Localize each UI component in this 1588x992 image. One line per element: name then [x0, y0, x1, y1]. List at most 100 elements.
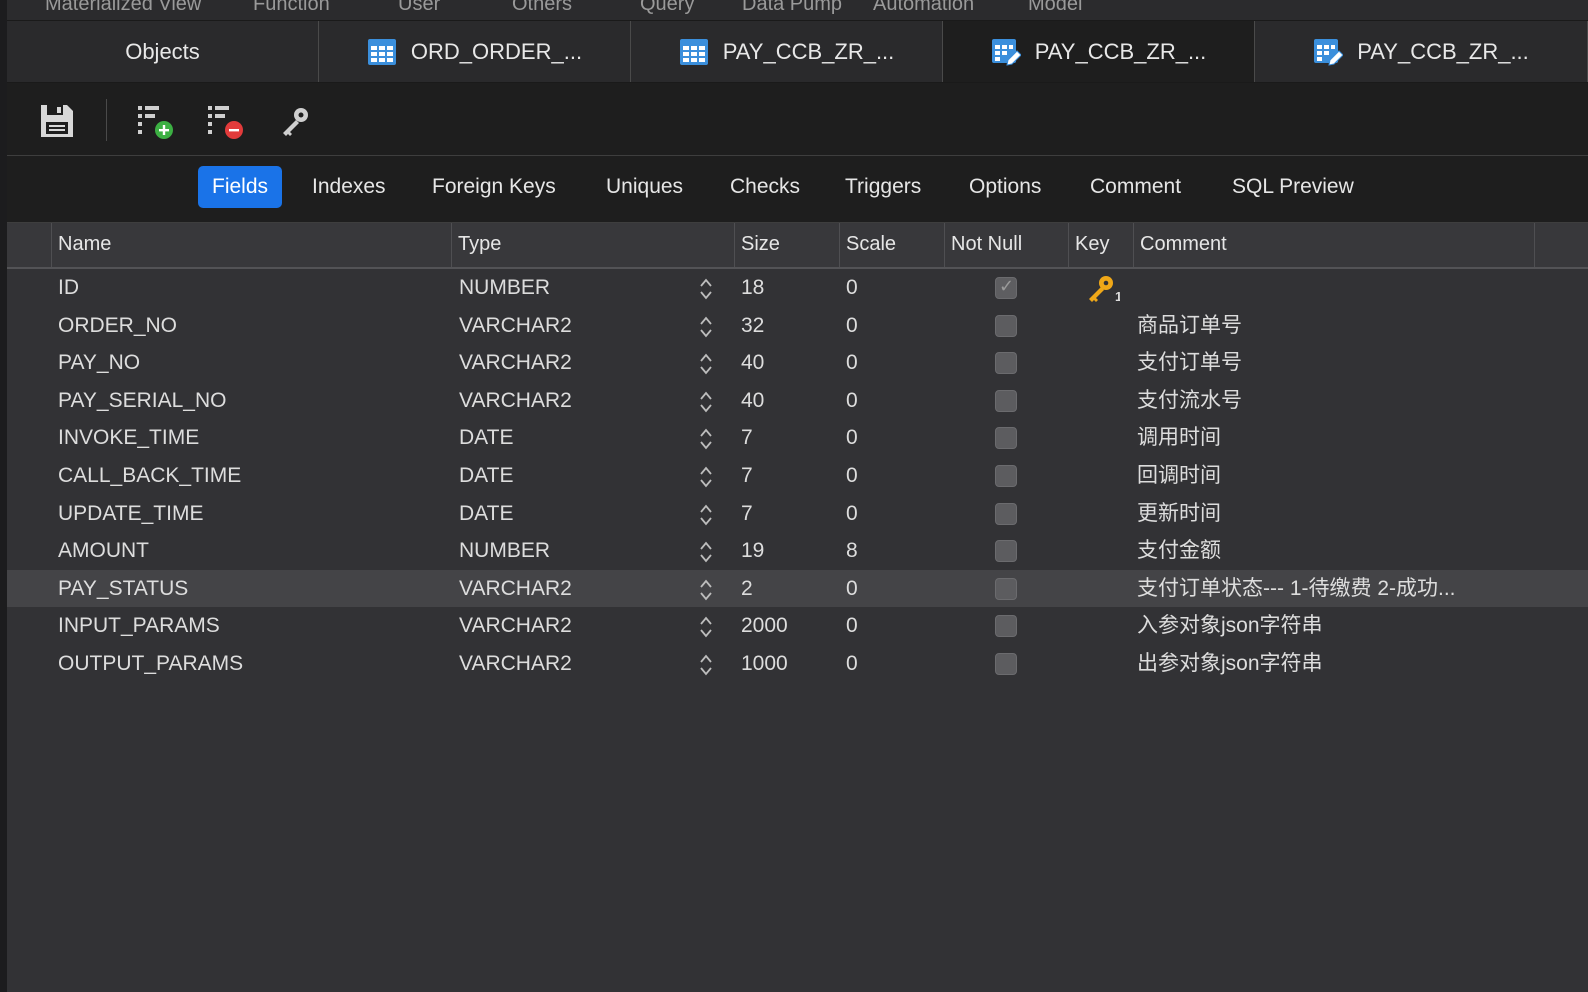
menu-item-user[interactable]: User	[398, 0, 440, 16]
field-size-cell[interactable]: 7	[741, 495, 836, 532]
field-scale-cell[interactable]: 0	[846, 457, 941, 494]
not-null-checkbox[interactable]	[995, 577, 1017, 600]
tab-3[interactable]: PAY_CCB_ZR_...	[943, 21, 1255, 82]
tab-4[interactable]: PAY_CCB_ZR_...	[1255, 21, 1588, 82]
subtab-indexes[interactable]: Indexes	[298, 166, 400, 208]
table-row[interactable]: UPDATE_TIME DATE 7 0 更新时间	[7, 495, 1588, 532]
menu-item-materialized-view[interactable]: Materialized View	[45, 0, 201, 16]
table-row[interactable]: CALL_BACK_TIME DATE 7 0 回调时间	[7, 457, 1588, 494]
field-size-cell[interactable]: 2	[741, 570, 836, 607]
field-size-cell[interactable]: 7	[741, 457, 836, 494]
type-stepper[interactable]	[699, 426, 713, 452]
column-header-scale[interactable]: Scale	[839, 223, 944, 267]
field-type-cell[interactable]: DATE	[459, 457, 689, 494]
type-stepper[interactable]	[699, 276, 713, 302]
menu-item-automation[interactable]: Automation	[873, 0, 974, 16]
add-field-icon[interactable]	[135, 101, 175, 141]
table-row[interactable]: AMOUNT NUMBER 19 8 支付金额	[7, 532, 1588, 569]
column-header-size[interactable]: Size	[734, 223, 839, 267]
field-scale-cell[interactable]: 0	[846, 307, 941, 344]
field-name-cell[interactable]: PAY_SERIAL_NO	[58, 382, 448, 419]
subtab-comment[interactable]: Comment	[1076, 166, 1195, 208]
type-stepper[interactable]	[699, 539, 713, 565]
not-null-checkbox[interactable]	[995, 615, 1017, 638]
field-scale-cell[interactable]: 0	[846, 344, 941, 381]
field-name-cell[interactable]: OUTPUT_PARAMS	[58, 645, 448, 682]
field-type-cell[interactable]: DATE	[459, 495, 689, 532]
field-name-cell[interactable]: CALL_BACK_TIME	[58, 457, 448, 494]
field-name-cell[interactable]: ORDER_NO	[58, 307, 448, 344]
type-stepper[interactable]	[699, 577, 713, 603]
field-name-cell[interactable]: AMOUNT	[58, 532, 448, 569]
type-stepper[interactable]	[699, 614, 713, 640]
field-scale-cell[interactable]: 0	[846, 495, 941, 532]
not-null-checkbox[interactable]	[995, 276, 1017, 299]
field-comment-cell[interactable]: 回调时间	[1137, 457, 1537, 494]
type-stepper[interactable]	[699, 351, 713, 377]
field-scale-cell[interactable]: 0	[846, 269, 941, 306]
table-row[interactable]: INPUT_PARAMS VARCHAR2 2000 0 入参对象json字符串	[7, 607, 1588, 644]
field-comment-cell[interactable]: 支付金额	[1137, 532, 1537, 569]
subtab-uniques[interactable]: Uniques	[592, 166, 697, 208]
primary-key-icon[interactable]	[275, 101, 315, 141]
menu-item-query[interactable]: Query	[640, 0, 694, 16]
field-type-cell[interactable]: DATE	[459, 419, 689, 456]
field-size-cell[interactable]: 40	[741, 382, 836, 419]
field-size-cell[interactable]: 18	[741, 269, 836, 306]
type-stepper[interactable]	[699, 314, 713, 340]
not-null-checkbox[interactable]	[995, 540, 1017, 563]
type-stepper[interactable]	[699, 389, 713, 415]
field-type-cell[interactable]: NUMBER	[459, 532, 689, 569]
type-stepper[interactable]	[699, 464, 713, 490]
column-header-name[interactable]: Name	[51, 223, 451, 267]
column-header-comment[interactable]: Comment	[1133, 223, 1534, 267]
field-scale-cell[interactable]: 0	[846, 645, 941, 682]
table-row[interactable]: INVOKE_TIME DATE 7 0 调用时间	[7, 419, 1588, 456]
subtab-triggers[interactable]: Triggers	[831, 166, 935, 208]
field-comment-cell[interactable]: 支付流水号	[1137, 382, 1537, 419]
column-header-not-null[interactable]: Not Null	[944, 223, 1068, 267]
field-comment-cell[interactable]: 调用时间	[1137, 419, 1537, 456]
field-type-cell[interactable]: VARCHAR2	[459, 307, 689, 344]
field-size-cell[interactable]: 19	[741, 532, 836, 569]
menu-item-data-pump[interactable]: Data Pump	[742, 0, 842, 16]
field-comment-cell[interactable]: 商品订单号	[1137, 307, 1537, 344]
field-comment-cell[interactable]: 支付订单状态--- 1-待缴费 2-成功...	[1137, 570, 1537, 607]
subtab-foreign-keys[interactable]: Foreign Keys	[418, 166, 570, 208]
field-type-cell[interactable]: VARCHAR2	[459, 344, 689, 381]
field-comment-cell[interactable]	[1137, 269, 1537, 306]
not-null-checkbox[interactable]	[995, 314, 1017, 337]
field-name-cell[interactable]: ID	[58, 269, 448, 306]
type-stepper[interactable]	[699, 652, 713, 678]
field-type-cell[interactable]: VARCHAR2	[459, 382, 689, 419]
column-header-type[interactable]: Type	[451, 223, 734, 267]
tab-0[interactable]: Objects	[7, 21, 319, 82]
field-type-cell[interactable]: VARCHAR2	[459, 645, 689, 682]
not-null-checkbox[interactable]	[995, 502, 1017, 525]
field-name-cell[interactable]: UPDATE_TIME	[58, 495, 448, 532]
field-size-cell[interactable]: 7	[741, 419, 836, 456]
save-icon[interactable]	[37, 101, 77, 141]
field-type-cell[interactable]: VARCHAR2	[459, 607, 689, 644]
field-comment-cell[interactable]: 更新时间	[1137, 495, 1537, 532]
field-size-cell[interactable]: 32	[741, 307, 836, 344]
field-name-cell[interactable]: PAY_STATUS	[58, 570, 448, 607]
field-scale-cell[interactable]: 0	[846, 570, 941, 607]
field-comment-cell[interactable]: 支付订单号	[1137, 344, 1537, 381]
not-null-checkbox[interactable]	[995, 465, 1017, 487]
field-type-cell[interactable]: NUMBER	[459, 269, 689, 306]
table-row[interactable]: ID NUMBER 18 0 1	[7, 269, 1588, 306]
not-null-checkbox[interactable]	[995, 427, 1017, 450]
field-scale-cell[interactable]: 0	[846, 607, 941, 644]
field-name-cell[interactable]: INPUT_PARAMS	[58, 607, 448, 644]
table-row[interactable]: PAY_NO VARCHAR2 40 0 支付订单号	[7, 344, 1588, 381]
type-stepper[interactable]	[699, 502, 713, 528]
subtab-fields[interactable]: Fields	[198, 166, 283, 208]
subtab-checks[interactable]: Checks	[716, 166, 814, 208]
field-name-cell[interactable]: PAY_NO	[58, 344, 448, 381]
not-null-checkbox[interactable]	[995, 653, 1017, 675]
menu-item-model[interactable]: Model	[1028, 0, 1082, 16]
field-size-cell[interactable]: 2000	[741, 607, 836, 644]
field-comment-cell[interactable]: 出参对象json字符串	[1137, 645, 1537, 682]
subtab-options[interactable]: Options	[955, 166, 1055, 208]
